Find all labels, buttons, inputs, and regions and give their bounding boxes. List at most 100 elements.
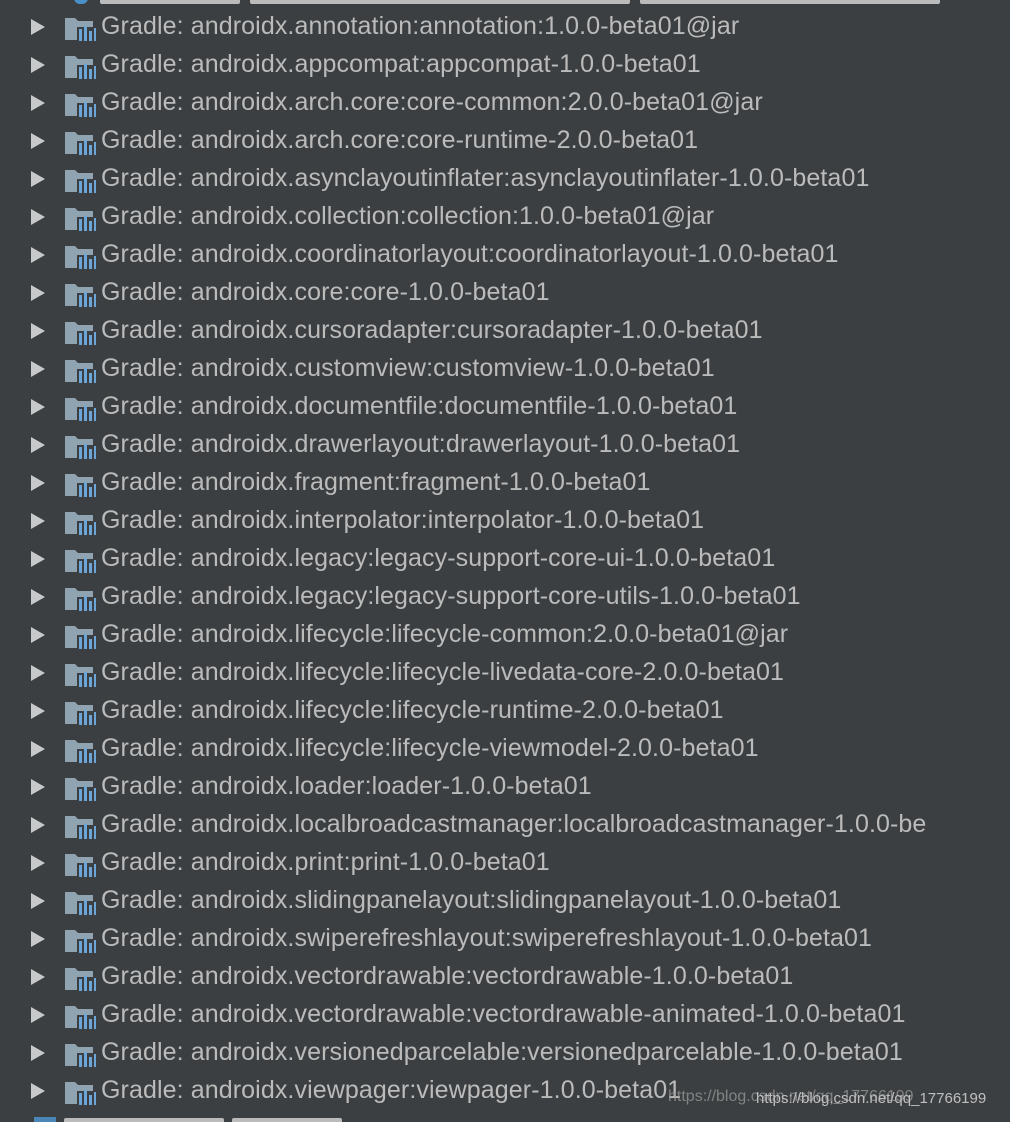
tree-item[interactable]: Gradle: androidx.lifecycle:lifecycle-run… [0,692,1010,730]
tree-item[interactable]: Gradle: androidx.vectordrawable:vectordr… [0,996,1010,1034]
chevron-right-icon[interactable] [31,589,45,605]
tree-item[interactable]: Gradle: androidx.interpolator:interpolat… [0,502,1010,540]
tree-item-label: Gradle: androidx.cursoradapter:cursorada… [101,316,763,344]
tree-item-label: Gradle: androidx.lifecycle:lifecycle-run… [101,696,724,724]
library-icon [65,968,96,991]
tree-item-label: Gradle: androidx.appcompat:appcompat-1.0… [101,50,701,78]
tree-item-label: Gradle: androidx.versionedparcelable:ver… [101,1038,903,1066]
tree-item-label: Gradle: androidx.interpolator:interpolat… [101,506,705,534]
tree-item[interactable]: Gradle: androidx.collection:collection:1… [0,198,1010,236]
watermark-text: https://blog.csdn.net/qq_17766199 [756,1090,987,1107]
tree-item[interactable]: Gradle: androidx.localbroadcastmanager:l… [0,806,1010,844]
tree-item-label: Gradle: androidx.print:print-1.0.0-beta0… [101,848,550,876]
chevron-right-icon[interactable] [31,969,45,985]
chevron-right-icon[interactable] [31,1083,45,1099]
library-icon [65,1006,96,1029]
tree-item-label: Gradle: androidx.drawerlayout:drawerlayo… [101,430,741,458]
library-icon [65,854,96,877]
library-icon [65,1082,96,1105]
tree-item-label: Gradle: androidx.arch.core:core-runtime-… [101,126,699,154]
tree-item[interactable]: Gradle: androidx.customview:customview-1… [0,350,1010,388]
chevron-right-icon[interactable] [31,513,45,529]
chevron-right-icon[interactable] [31,1007,45,1023]
chevron-right-icon[interactable] [31,1045,45,1061]
tree-item[interactable]: Gradle: androidx.print:print-1.0.0-beta0… [0,844,1010,882]
tree-item[interactable]: Gradle: androidx.loader:loader-1.0.0-bet… [0,768,1010,806]
library-icon [65,94,96,117]
chevron-right-icon[interactable] [31,209,45,225]
library-icon [65,588,96,611]
tree-item[interactable]: Gradle: androidx.appcompat:appcompat-1.0… [0,46,1010,84]
tree-item[interactable]: Gradle: androidx.drawerlayout:drawerlayo… [0,426,1010,464]
chevron-right-icon[interactable] [31,779,45,795]
tree-item[interactable]: Gradle: androidx.lifecycle:lifecycle-vie… [0,730,1010,768]
tree-item-label: Gradle: androidx.customview:customview-1… [101,354,715,382]
tree-item[interactable]: Gradle: androidx.documentfile:documentfi… [0,388,1010,426]
library-icon [65,626,96,649]
chevron-right-icon[interactable] [31,475,45,491]
library-icon [65,360,96,383]
chevron-right-icon[interactable] [31,361,45,377]
tree-item[interactable]: Gradle: androidx.annotation:annotation:1… [0,8,1010,46]
library-icon [65,436,96,459]
chevron-right-icon[interactable] [31,19,45,35]
tree-item[interactable]: Gradle: androidx.slidingpanelayout:slidi… [0,882,1010,920]
chevron-right-icon[interactable] [31,551,45,567]
library-icon [65,474,96,497]
chevron-right-icon[interactable] [31,893,45,909]
tree-item[interactable]: Gradle: androidx.asynclayoutinflater:asy… [0,160,1010,198]
tree-item[interactable]: Gradle: androidx.cursoradapter:cursorada… [0,312,1010,350]
tree-item-label: Gradle: androidx.documentfile:documentfi… [101,392,738,420]
chevron-right-icon[interactable] [31,741,45,757]
tree-item[interactable]: Gradle: androidx.arch.core:core-common:2… [0,84,1010,122]
library-icon [65,550,96,573]
chevron-right-icon[interactable] [31,323,45,339]
library-icon [65,512,96,535]
library-icon [65,56,96,79]
tree-item-label: Gradle: androidx.viewpager:viewpager-1.0… [101,1076,682,1104]
partial-item-icon [74,0,88,4]
tree-item[interactable]: Gradle: androidx.versionedparcelable:ver… [0,1034,1010,1072]
chevron-right-icon[interactable] [31,247,45,263]
tree-item-label: Gradle: androidx.lifecycle:lifecycle-liv… [101,658,785,686]
chevron-right-icon[interactable] [31,437,45,453]
tree-item[interactable]: Gradle: androidx.legacy:legacy-support-c… [0,540,1010,578]
tree-item-label: Gradle: androidx.core:core-1.0.0-beta01 [101,278,550,306]
tree-item[interactable]: Gradle: androidx.lifecycle:lifecycle-liv… [0,654,1010,692]
tree-item-label: Gradle: androidx.slidingpanelayout:slidi… [101,886,842,914]
tree-item-label: Gradle: androidx.collection:collection:1… [101,202,715,230]
tree-item-label: Gradle: androidx.lifecycle:lifecycle-com… [101,620,789,648]
chevron-right-icon[interactable] [31,627,45,643]
tree-item[interactable]: Gradle: androidx.lifecycle:lifecycle-com… [0,616,1010,654]
chevron-right-icon[interactable] [31,285,45,301]
tree-item[interactable]: Gradle: androidx.legacy:legacy-support-c… [0,578,1010,616]
chevron-right-icon[interactable] [31,171,45,187]
chevron-right-icon[interactable] [31,399,45,415]
partial-row-bottom [0,1112,1010,1122]
library-icon [65,664,96,687]
tree-item-label: Gradle: androidx.lifecycle:lifecycle-vie… [101,734,759,762]
tree-item[interactable]: Gradle: androidx.arch.core:core-runtime-… [0,122,1010,160]
tree-item-label: Gradle: androidx.coordinatorlayout:coord… [101,240,839,268]
partial-item-icon [34,1117,56,1122]
chevron-right-icon[interactable] [31,665,45,681]
library-icon [65,1044,96,1067]
library-icon [65,18,96,41]
library-icon [65,208,96,231]
tree-item[interactable]: Gradle: androidx.core:core-1.0.0-beta01 [0,274,1010,312]
chevron-right-icon[interactable] [31,95,45,111]
library-icon [65,702,96,725]
chevron-right-icon[interactable] [31,133,45,149]
chevron-right-icon[interactable] [31,817,45,833]
chevron-right-icon[interactable] [31,855,45,871]
tree-item-label: Gradle: androidx.legacy:legacy-support-c… [101,544,776,572]
chevron-right-icon[interactable] [31,57,45,73]
tree-item[interactable]: Gradle: androidx.swiperefreshlayout:swip… [0,920,1010,958]
tree-item[interactable]: Gradle: androidx.vectordrawable:vectordr… [0,958,1010,996]
tree-item[interactable]: Gradle: androidx.coordinatorlayout:coord… [0,236,1010,274]
chevron-right-icon[interactable] [31,703,45,719]
chevron-right-icon[interactable] [31,931,45,947]
tree-item[interactable]: Gradle: androidx.fragment:fragment-1.0.0… [0,464,1010,502]
tree-item-label: Gradle: androidx.vectordrawable:vectordr… [101,962,794,990]
tree-item-label: Gradle: androidx.annotation:annotation:1… [101,12,740,40]
